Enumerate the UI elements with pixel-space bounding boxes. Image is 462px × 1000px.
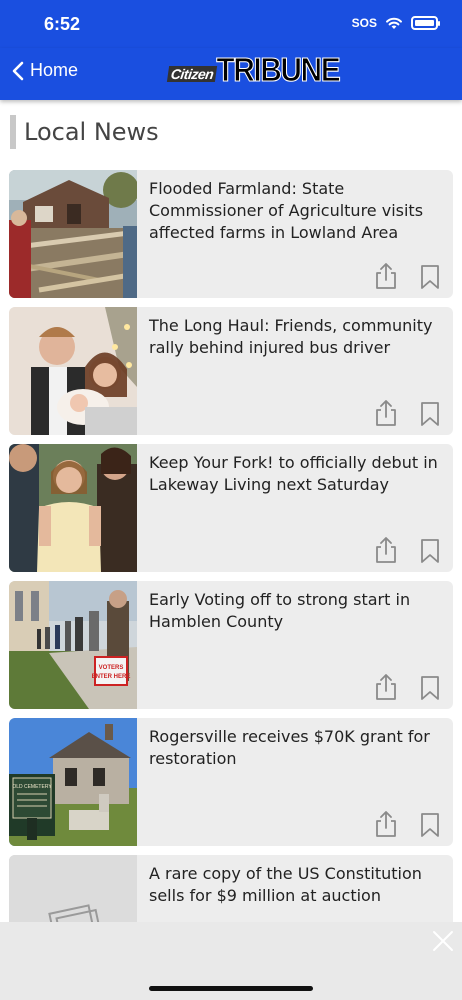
share-button[interactable] <box>373 536 399 564</box>
article-card[interactable]: OLD CEMETERY Rogersville receives $70K g… <box>9 718 453 846</box>
article-title: Rogersville receives $70K grant for rest… <box>149 727 430 768</box>
bookmark-icon <box>421 402 439 426</box>
logo-big-text: TRIBUNE <box>216 52 341 89</box>
article-card[interactable]: The Long Haul: Friends, community rally … <box>9 307 453 435</box>
article-thumbnail-keep-your-fork <box>9 444 137 572</box>
sos-indicator: SOS <box>351 16 377 30</box>
bookmark-icon <box>421 539 439 563</box>
bookmark-icon <box>421 676 439 700</box>
bookmark-button[interactable] <box>419 675 441 701</box>
article-title: Flooded Farmland: State Commissioner of … <box>149 179 424 242</box>
status-icons: SOS <box>351 16 440 30</box>
article-thumbnail-early-voting: VOTERS ENTER HERE <box>9 581 137 709</box>
bookmark-icon <box>421 813 439 837</box>
share-button[interactable] <box>373 810 399 838</box>
article-title: Keep Your Fork! to officially debut in L… <box>149 453 438 494</box>
back-button[interactable]: Home <box>12 60 78 81</box>
article-card[interactable]: Flooded Farmland: State Commissioner of … <box>9 170 453 298</box>
bookmark-button[interactable] <box>419 812 441 838</box>
article-card[interactable]: VOTERS ENTER HERE Early Voting off to st… <box>9 581 453 709</box>
back-label: Home <box>30 60 79 80</box>
logo-small-text: Citizen <box>166 66 218 82</box>
bookmark-button[interactable] <box>419 538 441 564</box>
battery-icon <box>411 16 440 30</box>
wifi-icon <box>386 17 402 29</box>
bookmark-button[interactable] <box>419 401 441 427</box>
section-header: Local News <box>10 114 159 150</box>
close-banner-button[interactable] <box>432 930 454 952</box>
status-bar: 6:52 SOS <box>0 0 462 48</box>
close-icon <box>433 931 453 951</box>
bookmark-button[interactable] <box>419 264 441 290</box>
home-indicator[interactable] <box>149 986 313 991</box>
share-icon <box>376 263 396 289</box>
section-accent-bar <box>10 115 16 149</box>
marker-text: OLD CEMETERY <box>12 784 52 790</box>
bookmark-icon <box>421 265 439 289</box>
article-title: A rare copy of the US Constitution sells… <box>149 864 422 905</box>
share-button[interactable] <box>373 262 399 290</box>
voting-sign-text-2: ENTER HERE <box>92 674 131 680</box>
article-card[interactable]: Keep Your Fork! to officially debut in L… <box>9 444 453 572</box>
article-thumbnail-rogersville: OLD CEMETERY <box>9 718 137 846</box>
app-logo: Citizen TRIBUNE <box>166 52 341 89</box>
share-icon <box>376 537 396 563</box>
section-title: Local News <box>24 118 159 146</box>
article-title: The Long Haul: Friends, community rally … <box>149 316 433 357</box>
share-icon <box>376 674 396 700</box>
article-thumbnail-flooded-farmland <box>9 170 137 298</box>
chevron-left-icon <box>12 61 24 80</box>
share-icon <box>376 811 396 837</box>
share-button[interactable] <box>373 399 399 427</box>
share-icon <box>376 400 396 426</box>
bottom-banner <box>0 922 462 1000</box>
status-time: 6:52 <box>44 14 81 34</box>
article-thumbnail-long-haul <box>9 307 137 435</box>
voting-sign-text: VOTERS <box>99 665 124 671</box>
article-title: Early Voting off to strong start in Hamb… <box>149 590 411 631</box>
nav-bar: Home Citizen TRIBUNE <box>0 48 462 100</box>
share-button[interactable] <box>373 673 399 701</box>
